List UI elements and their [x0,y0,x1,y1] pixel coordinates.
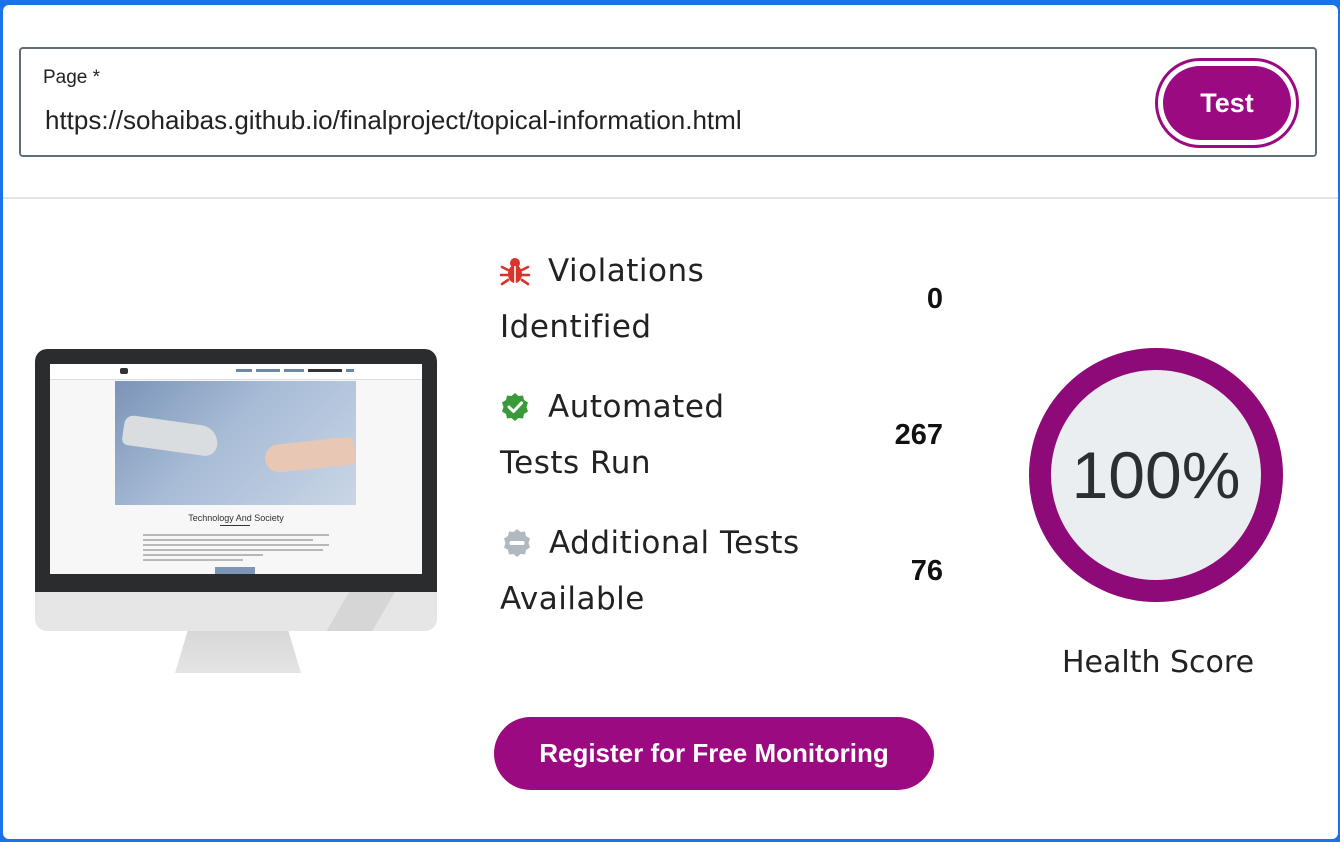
violations-label-line2: Identified [500,309,652,345]
screenshot-nav-link [256,369,280,372]
violations-count: 0 [926,283,943,315]
violations-label-line1: Violations [548,253,705,289]
automated-label-line2: Tests Run [500,445,651,481]
automated-count: 267 [894,419,943,451]
screenshot-button [215,567,255,574]
additional-count: 76 [910,555,943,587]
test-button-label: Test [1163,66,1291,140]
screenshot-title-underline [220,525,250,526]
page-preview-monitor: Technology And Society [35,349,437,673]
screenshot-text-line [143,539,313,541]
screenshot-nav-link [308,369,342,372]
screenshot-nav-link [346,369,354,372]
automated-label-line1: Automated [548,389,725,425]
health-score-label: Health Score [1061,645,1255,680]
minus-badge-icon [504,529,530,557]
monitor-bezel: Technology And Society [35,349,437,592]
robot-hand-shape [121,414,220,458]
monitor-body: Technology And Society [35,349,437,631]
screenshot-nav-link [284,369,304,372]
monitor-stand [175,631,301,673]
check-badge-icon [502,393,528,421]
screenshot-text-line [143,559,243,561]
health-score-value: 100% [1071,438,1241,512]
screenshot-nav [50,364,422,380]
page-url-field[interactable]: Page * https://sohaibas.github.io/finalp… [19,47,1317,157]
page-screenshot: Technology And Society [50,364,422,574]
screenshot-text-line [143,549,323,551]
screenshot-text-line [143,534,329,536]
human-hand-shape [263,436,357,474]
health-score-gauge: 100% [1026,345,1286,605]
additional-label-line1: Additional Tests [549,525,800,561]
screenshot-text-line [143,544,329,546]
screenshot-logo [120,368,128,374]
results-card: Page * https://sohaibas.github.io/finalp… [3,5,1338,839]
screenshot-title: Technology And Society [188,513,284,523]
register-monitoring-button[interactable]: Register for Free Monitoring [494,717,934,790]
screenshot-hero-image [115,381,357,505]
monitor-shine [285,592,437,631]
screenshot-nav-link [236,369,252,372]
screenshot-text-line [143,554,263,556]
bug-icon [499,258,531,286]
page-url-input[interactable]: https://sohaibas.github.io/finalproject/… [45,105,742,136]
additional-label-line2: Available [500,581,645,617]
page-field-label: Page * [43,67,101,88]
test-button[interactable]: Test [1155,58,1299,148]
section-divider [3,197,1338,199]
